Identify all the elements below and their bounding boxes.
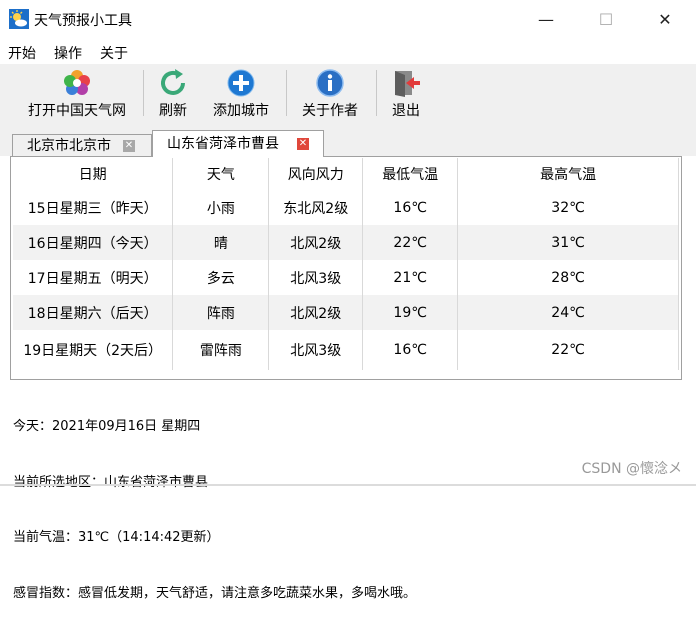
header-weather: 天气: [172, 158, 270, 190]
about-author-button[interactable]: 关于作者: [297, 68, 363, 120]
menu-bar: 开始 操作 关于: [0, 40, 696, 64]
cell-wind: 北风3级: [268, 260, 364, 295]
refresh-button[interactable]: 刷新: [155, 68, 191, 120]
city-tabs: 北京市北京市 ✕ 山东省菏泽市曹县 ✕: [0, 122, 696, 157]
cell-low: 19℃: [362, 295, 459, 330]
minimize-button[interactable]: —: [534, 8, 558, 32]
cell-weather: 雷阵雨: [172, 330, 270, 370]
info-text-area: 今天：2021年09月16日 星期四 当前所选地区：山东省菏泽市曹县 当前气温：…: [13, 381, 416, 622]
cell-high: 22℃: [457, 330, 679, 370]
header-high-temp: 最高气温: [457, 158, 679, 190]
cell-high: 24℃: [457, 295, 679, 330]
cell-date: 15日星期三（昨天）: [13, 190, 174, 225]
open-weather-site-button[interactable]: 打开中国天气网: [22, 68, 132, 120]
forecast-panel: 日期 天气 风向风力 最低气温 最高气温 15日星期三（昨天） 小雨 东北风2级…: [10, 156, 682, 380]
table-row[interactable]: 15日星期三（昨天） 小雨 东北风2级 16℃ 32℃: [13, 190, 679, 225]
table-row[interactable]: 17日星期五（明天） 多云 北风3级 21℃ 28℃: [13, 260, 679, 295]
tab-label: 山东省菏泽市曹县: [167, 136, 279, 152]
add-city-button[interactable]: 添加城市: [208, 68, 274, 120]
tab-heze-caoxian[interactable]: 山东省菏泽市曹县 ✕: [152, 130, 324, 157]
forecast-table: 日期 天气 风向风力 最低气温 最高气温 15日星期三（昨天） 小雨 东北风2级…: [13, 158, 679, 370]
cell-high: 31℃: [457, 225, 679, 260]
menu-about[interactable]: 关于: [100, 43, 128, 63]
tab-beijing[interactable]: 北京市北京市 ✕: [12, 134, 152, 156]
header-wind: 风向风力: [268, 158, 364, 190]
cell-date: 19日星期天（2天后）: [13, 330, 174, 370]
cell-low: 16℃: [362, 190, 459, 225]
cell-low: 16℃: [362, 330, 459, 370]
cell-wind: 北风3级: [268, 330, 364, 370]
toolbar-separator: [376, 70, 377, 116]
add-city-label: 添加城市: [213, 103, 269, 119]
about-author-label: 关于作者: [302, 103, 358, 119]
open-weather-site-label: 打开中国天气网: [28, 103, 126, 119]
cell-date: 18日星期六（后天）: [13, 295, 174, 330]
header-date: 日期: [13, 158, 174, 190]
window-title: 天气预报小工具: [34, 13, 132, 29]
cell-wind: 东北风2级: [268, 190, 364, 225]
table-row[interactable]: 19日星期天（2天后） 雷阵雨 北风3级 16℃ 22℃: [13, 330, 679, 370]
exit-label: 退出: [392, 103, 420, 119]
toolbar-separator: [286, 70, 287, 116]
current-region-text: 当前所选地区：山东省菏泽市曹县: [13, 474, 209, 490]
cell-high: 32℃: [457, 190, 679, 225]
cell-wind: 北风2级: [268, 295, 364, 330]
refresh-icon: [161, 69, 185, 95]
cell-weather: 小雨: [172, 190, 270, 225]
close-tab-icon[interactable]: ✕: [297, 138, 309, 150]
close-tab-icon[interactable]: ✕: [123, 140, 135, 152]
toolbar: 打开中国天气网 刷新 添加城市 关于作者 退出: [0, 64, 696, 122]
menu-operate[interactable]: 操作: [54, 43, 82, 63]
rainbow-flower-icon: [64, 70, 90, 95]
exit-door-icon: [395, 71, 420, 97]
cell-weather: 多云: [172, 260, 270, 295]
header-low-temp: 最低气温: [362, 158, 459, 190]
current-temp-text: 当前气温：31℃（14:14:42更新）: [13, 530, 220, 545]
weather-app-icon: [9, 9, 29, 29]
close-button[interactable]: ✕: [653, 8, 677, 32]
table-row[interactable]: 18日星期六（后天） 阵雨 北风2级 19℃ 24℃: [13, 295, 679, 330]
cell-wind: 北风2级: [268, 225, 364, 260]
tab-label: 北京市北京市: [27, 138, 111, 154]
watermark: CSDN @懷淰メ: [581, 461, 682, 477]
menu-start[interactable]: 开始: [8, 43, 36, 63]
table-row[interactable]: 16日星期四（今天） 晴 北风2级 22℃ 31℃: [13, 225, 679, 260]
add-icon: [227, 69, 255, 97]
cell-high: 28℃: [457, 260, 679, 295]
cell-date: 16日星期四（今天）: [13, 225, 174, 260]
today-date-text: 今天：2021年09月16日 星期四: [13, 419, 201, 434]
cold-index-text: 感冒指数：感冒低发期，天气舒适，请注意多吃蔬菜水果，多喝水哦。: [13, 585, 417, 601]
toolbar-separator: [143, 70, 144, 116]
title-bar: 天气预报小工具 — ☐ ✕: [0, 0, 696, 40]
info-icon: [316, 69, 344, 97]
cell-low: 22℃: [362, 225, 459, 260]
cell-weather: 晴: [172, 225, 270, 260]
maximize-button[interactable]: ☐: [594, 8, 618, 32]
refresh-label: 刷新: [159, 103, 187, 119]
exit-button[interactable]: 退出: [388, 68, 424, 120]
cell-weather: 阵雨: [172, 295, 270, 330]
cell-date: 17日星期五（明天）: [13, 260, 174, 295]
cell-low: 21℃: [362, 260, 459, 295]
